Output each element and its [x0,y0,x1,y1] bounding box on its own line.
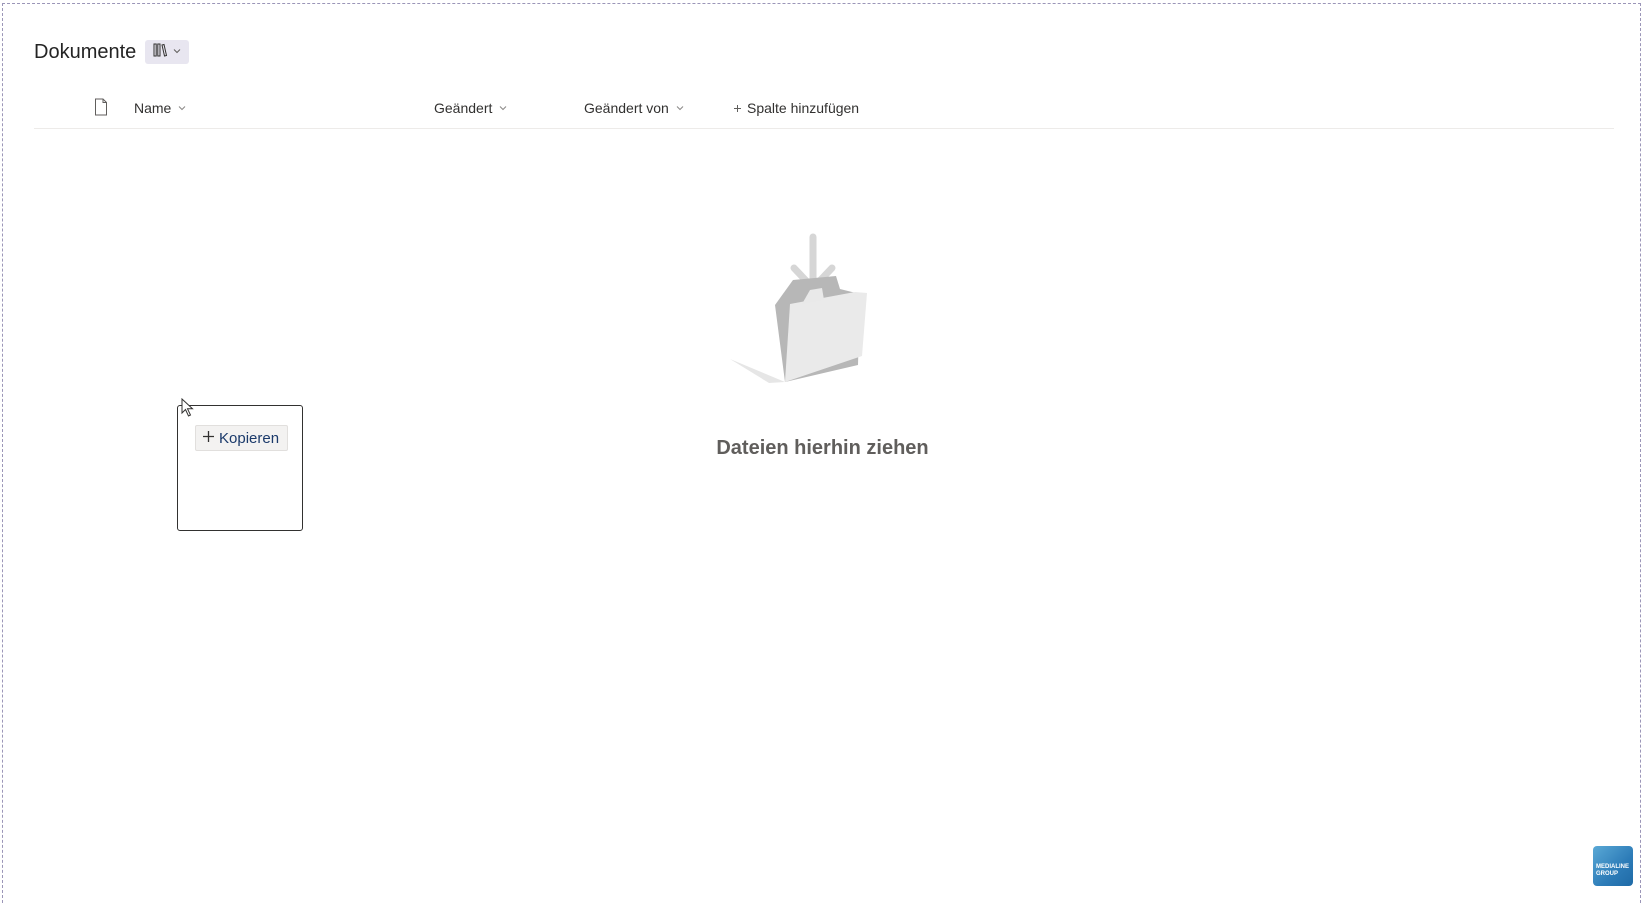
plus-icon [733,100,742,116]
view-switch-button[interactable] [145,40,190,64]
chevron-down-icon [498,100,508,116]
chevron-down-icon [675,100,685,116]
column-header-name[interactable]: Name [134,100,187,116]
page-title: Dokumente [34,40,137,63]
add-column-label: Spalte hinzufügen [747,100,860,116]
company-logo: MEDIALINE GROUP [1593,846,1633,886]
plus-icon [202,430,215,447]
mouse-pointer-icon [181,397,195,423]
document-icon[interactable] [94,98,108,121]
copy-badge: Kopieren [195,425,289,451]
logo-line: MEDIALINE [1596,864,1629,870]
library-header: Dokumente [34,40,190,64]
add-column-button[interactable]: Spalte hinzufügen [733,100,859,116]
chevron-down-icon [172,43,182,61]
library-view-icon [153,43,169,62]
column-header-modified[interactable]: Geändert [434,100,508,116]
copy-label: Kopieren [219,429,280,447]
logo-line: GROUP [1596,871,1619,877]
column-label: Geändert [434,100,493,116]
column-label: Geändert von [584,100,669,116]
chevron-down-icon [177,100,187,116]
column-label: Name [134,100,172,116]
drag-ghost[interactable]: Kopieren [177,405,303,531]
column-header-row: Name Geändert Geändert von Spalte hinzuf… [34,92,1614,129]
folder-drop-icon [730,232,900,397]
column-header-modified-by[interactable]: Geändert von [584,100,685,116]
